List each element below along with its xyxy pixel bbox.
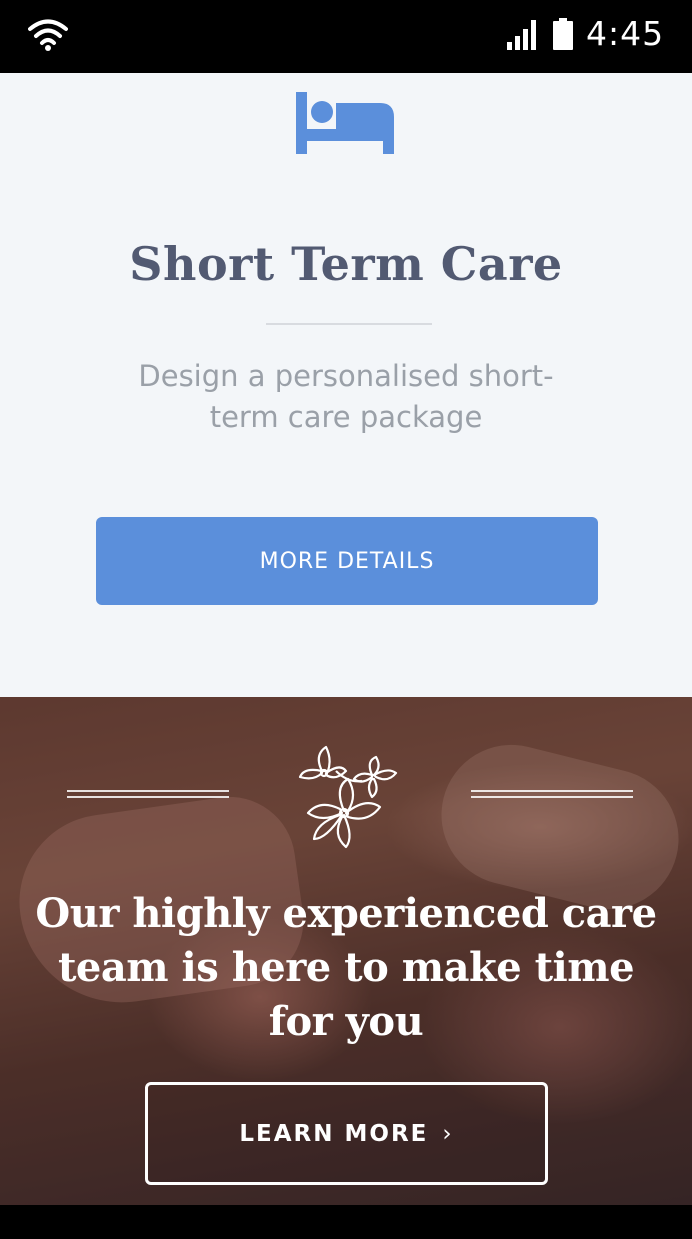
title-divider xyxy=(266,323,432,325)
decorative-line-right xyxy=(471,790,633,798)
learn-more-label: LEARN MORE xyxy=(239,1120,429,1147)
decorative-line-left xyxy=(67,790,229,798)
card-title: Short Term Care xyxy=(129,237,563,291)
status-bar: 4:45 xyxy=(0,0,692,73)
more-details-button[interactable]: MORE DETAILS xyxy=(96,517,598,605)
bed-icon xyxy=(296,92,394,154)
hero-banner: Our highly experienced care team is here… xyxy=(0,697,692,1205)
flower-icon xyxy=(298,745,398,849)
card-description: Design a personalised short-term care pa… xyxy=(138,359,554,434)
signal-icon xyxy=(507,20,536,50)
short-term-care-card: Short Term Care Design a personalised sh… xyxy=(0,73,692,697)
learn-more-button[interactable]: LEARN MORE › xyxy=(145,1082,548,1185)
status-time: 4:45 xyxy=(586,14,665,53)
chevron-right-icon: › xyxy=(442,1120,454,1147)
battery-icon xyxy=(553,18,573,50)
navigation-bar xyxy=(0,1205,692,1239)
hero-headline: Our highly experienced care team is here… xyxy=(35,890,657,1045)
wifi-icon xyxy=(28,19,68,51)
